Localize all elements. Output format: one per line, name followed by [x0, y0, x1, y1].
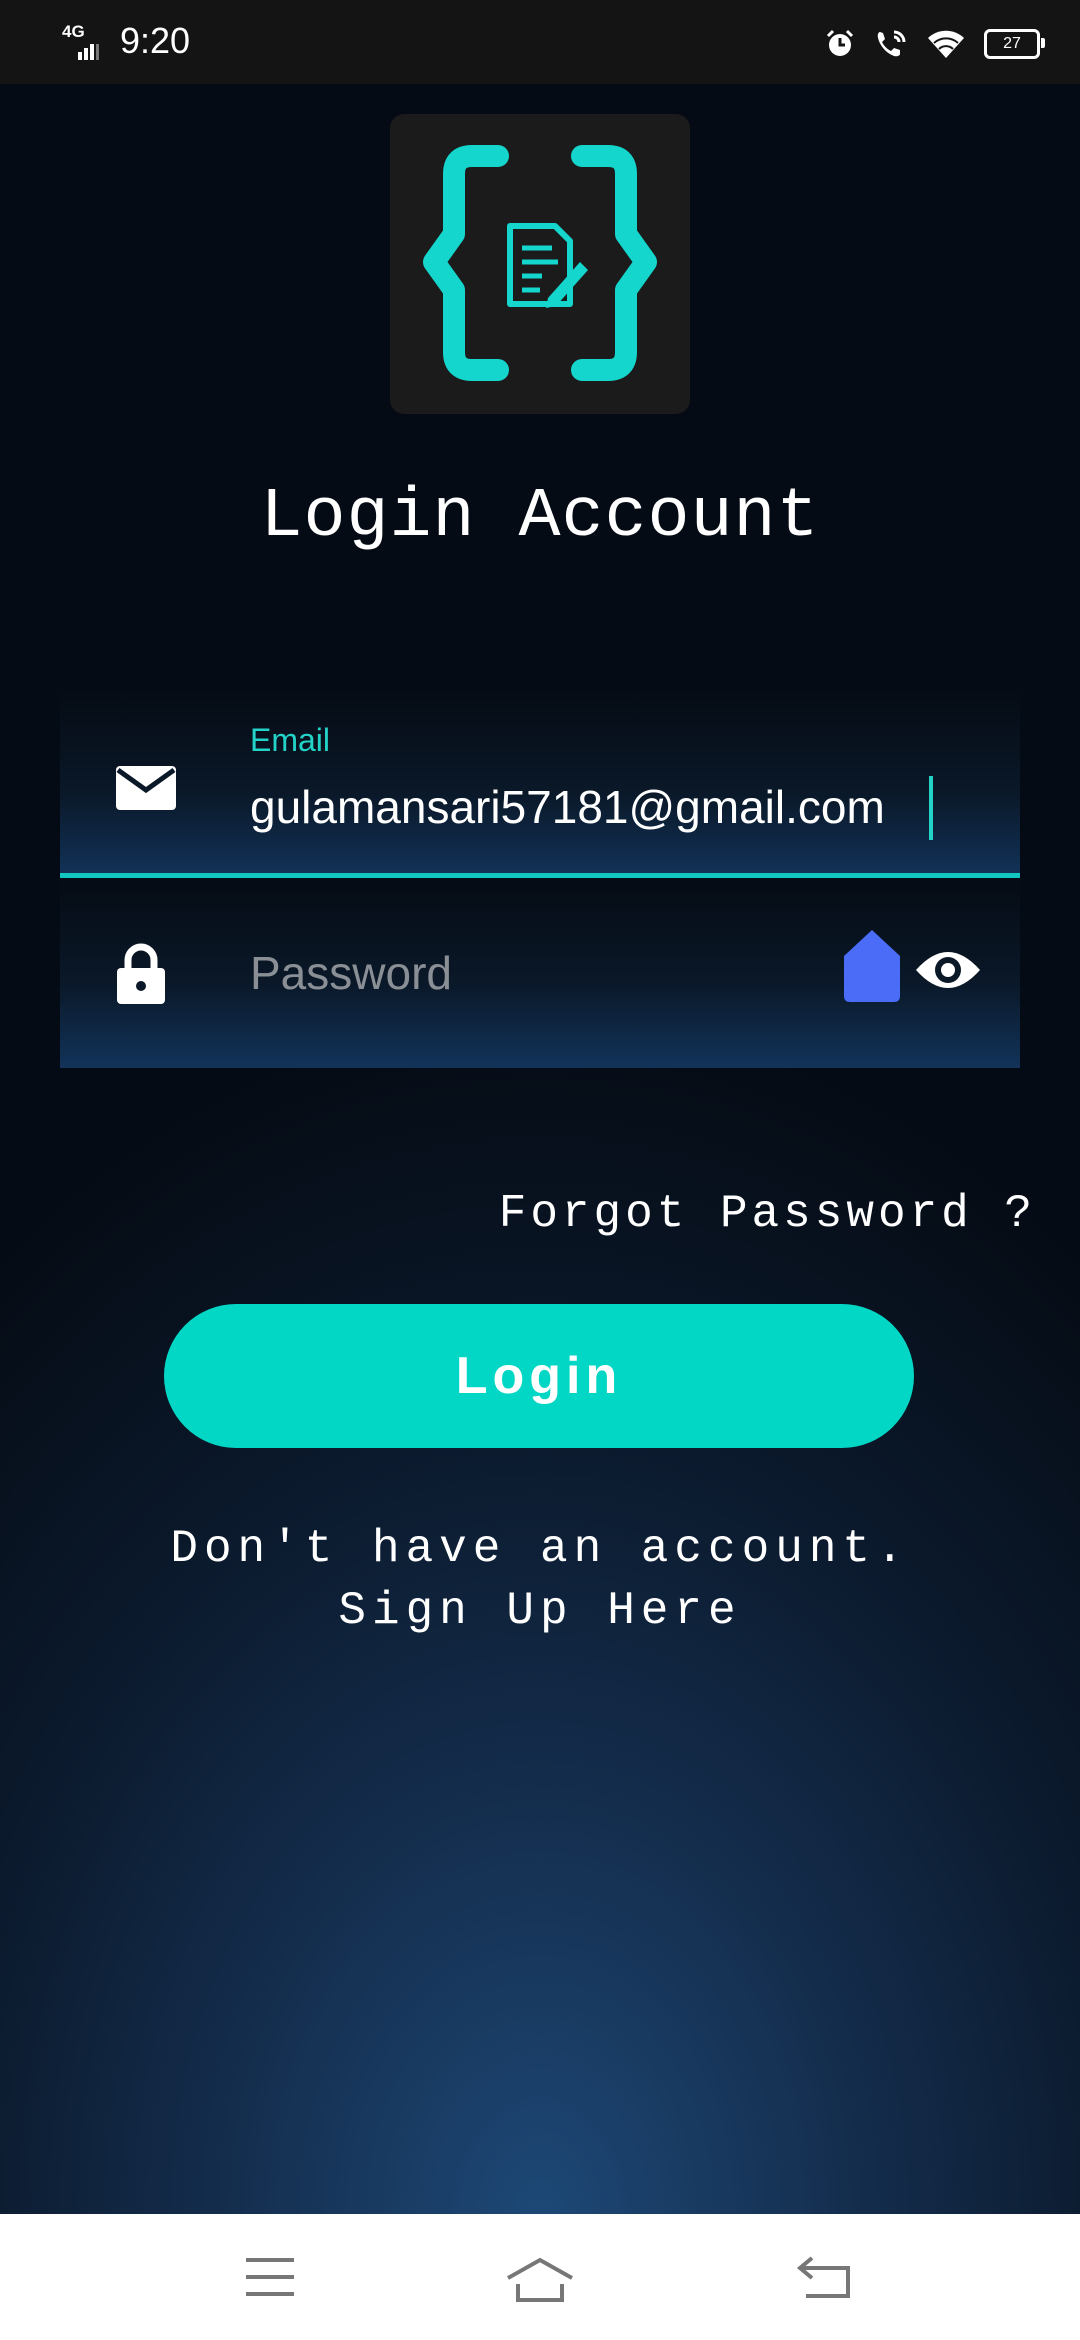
battery-icon: 27 — [984, 29, 1045, 59]
login-screen: Login Account Email gulamansari57181@gma… — [0, 84, 1080, 2214]
status-time: 9:20 — [120, 20, 191, 61]
menu-icon[interactable] — [242, 2254, 298, 2300]
signal-icon: 4G — [62, 22, 99, 62]
home-icon[interactable] — [504, 2254, 576, 2304]
signup-link[interactable]: Don't have an account. Sign Up Here — [0, 1518, 1080, 1642]
email-field[interactable]: Email gulamansari57181@gmail.com — [60, 688, 1020, 878]
email-input[interactable]: gulamansari57181@gmail.com — [250, 780, 885, 834]
back-icon[interactable] — [796, 2254, 854, 2300]
app-logo-icon — [423, 145, 657, 381]
eye-icon[interactable] — [914, 946, 982, 994]
login-button[interactable]: Login — [164, 1304, 914, 1448]
signup-text-line2[interactable]: Sign Up Here — [0, 1580, 1080, 1642]
status-bar: 4G 9:20 27 — [0, 0, 1080, 84]
battery-level: 27 — [1003, 35, 1021, 52]
email-label: Email — [250, 722, 331, 758]
password-input[interactable]: Password — [250, 946, 452, 1000]
network-type: 4G — [62, 22, 85, 41]
wifi-icon — [928, 30, 964, 58]
text-selection-handle[interactable] — [844, 930, 900, 1002]
forgot-password-link[interactable]: Forgot Password ? — [499, 1188, 1036, 1240]
system-nav-bar — [0, 2214, 1080, 2340]
signup-text-line1: Don't have an account. — [170, 1523, 910, 1575]
status-icons: 27 — [824, 24, 1045, 64]
alarm-icon — [826, 29, 854, 56]
lock-icon — [117, 943, 165, 1004]
text-cursor — [929, 776, 933, 840]
wifi-call-icon — [877, 30, 906, 57]
page-title: Login Account — [260, 478, 820, 557]
app-logo — [390, 114, 690, 414]
mail-icon — [116, 766, 176, 810]
